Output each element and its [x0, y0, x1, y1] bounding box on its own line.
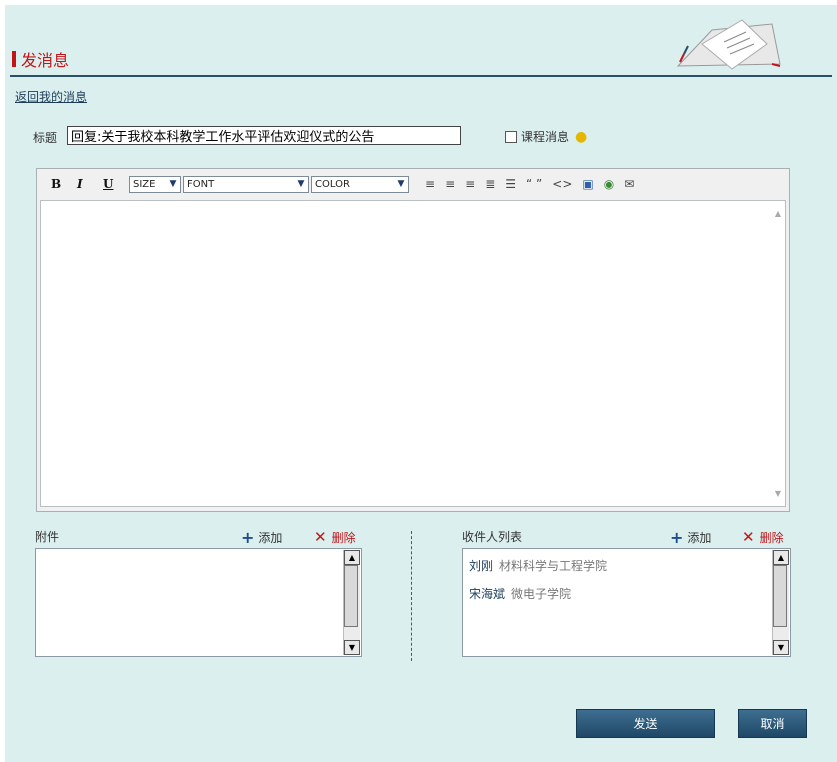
course-message-option[interactable]: 课程消息 ● [505, 128, 587, 145]
page-title: 发消息 [21, 51, 70, 70]
chevron-down-icon: ▼ [169, 178, 177, 189]
recipients-label: 收件人列表 [462, 530, 523, 544]
recipient-add-button[interactable]: + 添加 [670, 528, 711, 547]
plus-icon: + [670, 528, 684, 547]
code-button[interactable]: <> [552, 177, 572, 191]
underline-button[interactable]: U [103, 177, 129, 191]
back-to-messages-link[interactable]: 返回我的消息 [15, 88, 87, 105]
align-right-icon[interactable]: ≡ [465, 177, 475, 191]
course-message-label: 课程消息 [521, 130, 570, 144]
scroll-thumb[interactable] [344, 565, 358, 627]
recipient-school: 材料科学与工程学院 [499, 559, 608, 573]
plus-icon: + [241, 528, 255, 547]
list-item[interactable]: 刘刚 材料科学与工程学院 [469, 557, 607, 574]
close-icon: ✕ [314, 528, 327, 546]
size-select-value: SIZE [133, 178, 156, 190]
recipient-delete-button[interactable]: ✕ 删除 [742, 528, 784, 546]
color-select[interactable]: COLOR ▼ [311, 175, 409, 193]
page-header: 发消息 [12, 50, 70, 70]
scroll-down-arrow-icon[interactable]: ▼ [775, 489, 781, 498]
list-item[interactable]: 宋海斌 微电子学院 [469, 585, 571, 602]
italic-button[interactable]: I [77, 177, 103, 191]
cancel-button[interactable]: 取消 [738, 709, 807, 738]
lightbulb-icon: ● [575, 128, 588, 145]
chevron-down-icon: ▼ [297, 178, 305, 189]
send-button[interactable]: 发送 [576, 709, 715, 738]
scroll-up-icon[interactable]: ▲ [344, 550, 360, 565]
justify-icon[interactable]: ≣ [485, 177, 495, 191]
align-left-icon[interactable]: ≡ [425, 177, 435, 191]
recipient-add-label: 添加 [687, 531, 712, 545]
subject-label: 标题 [33, 131, 58, 145]
rich-text-editor: B I U SIZE ▼ FONT ▼ COLOR ▼ ≡ ≡ ≡ ≣ ☰ “ ” <… [36, 168, 790, 512]
recipients-list[interactable]: 刘刚 材料科学与工程学院 宋海斌 微电子学院 ▲ ▼ [462, 548, 791, 657]
size-select[interactable]: SIZE ▼ [129, 175, 181, 193]
course-message-checkbox[interactable] [505, 130, 517, 143]
scroll-down-icon[interactable]: ▼ [773, 640, 789, 655]
attachment-delete-label: 删除 [331, 530, 356, 545]
quote-button[interactable]: “ ” [526, 177, 542, 191]
message-body[interactable]: ▲ ▼ [40, 200, 786, 507]
align-center-icon[interactable]: ≡ [445, 177, 455, 191]
recipient-delete-label: 删除 [759, 530, 784, 545]
list-icon[interactable]: ☰ [505, 177, 516, 191]
font-select-value: FONT [187, 178, 215, 190]
close-icon: ✕ [742, 528, 755, 546]
chevron-down-icon: ▼ [397, 178, 405, 189]
envelope-icon [676, 19, 781, 70]
scroll-up-icon[interactable]: ▲ [773, 550, 789, 565]
scroll-down-icon[interactable]: ▼ [344, 640, 360, 655]
link-icon[interactable]: ◉ [604, 177, 614, 191]
attachment-delete-button[interactable]: ✕ 删除 [314, 528, 356, 546]
scroll-thumb[interactable] [773, 565, 787, 627]
attachments-label: 附件 [35, 530, 60, 544]
attachment-add-button[interactable]: + 添加 [241, 528, 282, 547]
panel-divider [411, 531, 412, 661]
email-icon[interactable]: ✉ [624, 177, 634, 191]
attachments-scrollbar[interactable]: ▲ ▼ [343, 550, 360, 655]
editor-toolbar: B I U SIZE ▼ FONT ▼ COLOR ▼ ≡ ≡ ≡ ≣ ☰ “ ” <… [37, 169, 789, 199]
scroll-up-arrow-icon[interactable]: ▲ [775, 209, 781, 218]
image-icon[interactable]: ▣ [582, 177, 593, 191]
color-select-value: COLOR [315, 178, 350, 190]
subject-input[interactable] [67, 126, 461, 145]
attachments-list[interactable]: ▲ ▼ [35, 548, 362, 657]
recipient-name: 刘刚 [469, 559, 494, 573]
header-marker [12, 51, 16, 67]
recipients-scrollbar[interactable]: ▲ ▼ [772, 550, 789, 655]
bold-button[interactable]: B [51, 177, 77, 191]
header-rule [10, 75, 832, 77]
attachment-add-label: 添加 [258, 531, 283, 545]
font-select[interactable]: FONT ▼ [183, 175, 309, 193]
recipient-name: 宋海斌 [469, 587, 506, 601]
recipient-school: 微电子学院 [511, 587, 572, 601]
